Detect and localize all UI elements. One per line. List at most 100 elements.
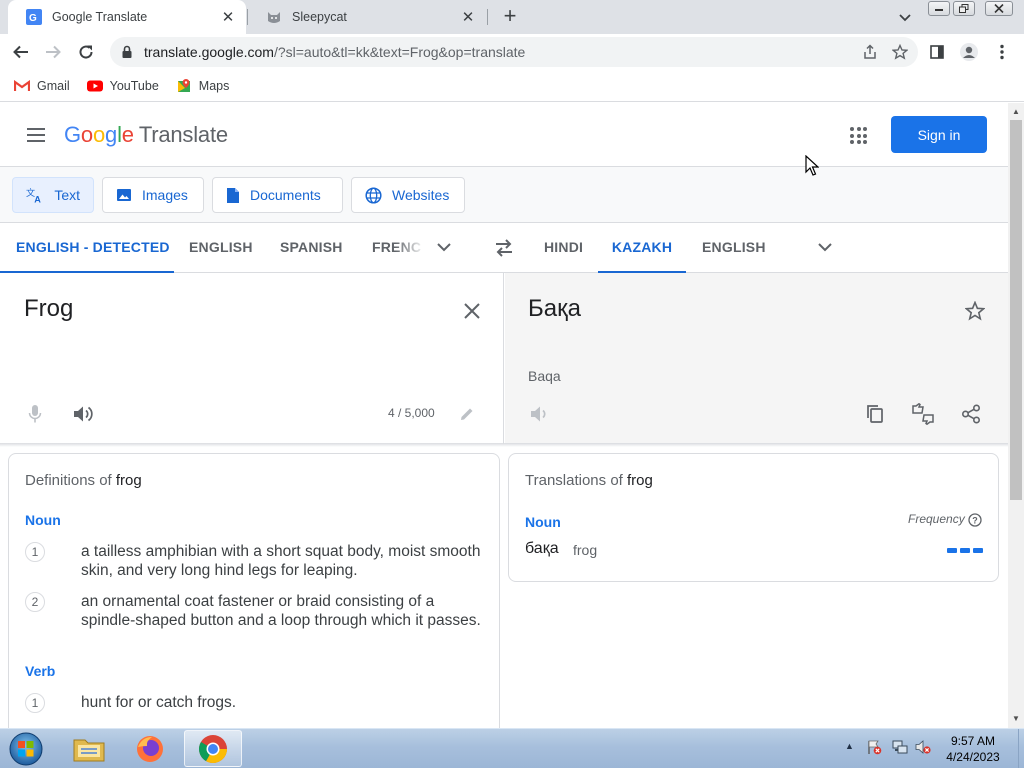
hamburger-menu-icon[interactable] [26, 127, 46, 143]
language-bar: ENGLISH - DETECTED ENGLISH SPANISH FRENC… [0, 223, 1008, 273]
bookmark-maps[interactable]: Maps [176, 78, 229, 94]
mode-websites-button[interactable]: Websites [351, 177, 465, 213]
frequency-bar [973, 548, 983, 553]
feedback-thumbs-icon [912, 403, 934, 425]
scrollbar-thumb[interactable] [1010, 120, 1022, 500]
bookmark-star-icon[interactable] [892, 44, 908, 60]
mode-label: Websites [392, 187, 450, 203]
rate-translation-button[interactable] [911, 402, 935, 426]
translate-icon: 文A [26, 187, 41, 204]
source-lang-spanish[interactable]: SPANISH [280, 223, 343, 273]
lock-icon[interactable] [120, 45, 134, 59]
google-apps-icon[interactable] [850, 127, 867, 144]
target-lang-hindi[interactable]: HINDI [544, 223, 583, 273]
star-outline-icon [965, 301, 985, 321]
product-name: Translate [138, 122, 228, 147]
microphone-icon [28, 405, 42, 423]
profile-avatar-icon [960, 43, 978, 61]
tab-sleepycat[interactable]: Sleepycat ✕ [248, 0, 486, 34]
save-translation-button[interactable] [963, 299, 987, 323]
clear-source-button[interactable] [460, 299, 484, 323]
minimize-button[interactable] [928, 1, 950, 16]
target-lang-chevron-down-icon[interactable] [816, 238, 834, 256]
gmail-icon [14, 79, 30, 91]
speaker-icon [74, 406, 93, 422]
swap-languages-icon[interactable] [493, 238, 515, 258]
definition-text: a tailless amphibian with a short squat … [81, 543, 481, 579]
profile-button[interactable] [958, 41, 980, 63]
globe-icon [365, 186, 382, 204]
definitions-card: Definitions of frog Noun 1 a tailless am… [8, 453, 500, 728]
pencil-icon [461, 408, 473, 420]
restore-button[interactable] [953, 1, 975, 16]
mode-documents-button[interactable]: Documents [212, 177, 343, 213]
clock-date: 4/24/2023 [946, 750, 1000, 764]
action-center-flag-icon[interactable] [866, 739, 882, 755]
file-explorer-icon [73, 739, 105, 761]
frequency-bar [947, 548, 957, 553]
source-lang-chevron-down-icon[interactable] [435, 238, 453, 256]
taskbar-chrome[interactable] [184, 730, 242, 767]
back-translation: frog [573, 542, 598, 558]
show-desktop-button[interactable] [1018, 729, 1024, 768]
google-translate-logo[interactable]: Google Translate [64, 122, 228, 148]
share-icon [961, 404, 981, 424]
system-clock[interactable]: 9:57 AM 4/24/2023 [930, 733, 1016, 765]
share-translation-button[interactable] [959, 402, 983, 426]
side-panel-button[interactable] [926, 41, 948, 63]
svg-text:A: A [34, 194, 41, 204]
handwriting-button[interactable] [455, 402, 479, 426]
transliteration: Baqa [528, 368, 561, 384]
bookmark-gmail[interactable]: Gmail [14, 79, 70, 93]
bookmark-youtube[interactable]: YouTube [86, 79, 159, 93]
scroll-down-arrow-icon[interactable]: ▼ [1012, 714, 1020, 723]
translation-word[interactable]: бақа [525, 540, 559, 558]
copy-translation-button[interactable] [863, 402, 887, 426]
volume-muted-icon[interactable] [915, 739, 931, 755]
svg-text:?: ? [972, 516, 978, 526]
help-icon[interactable]: ? [968, 513, 982, 527]
frequency-bar [960, 548, 970, 553]
voice-input-button[interactable] [23, 402, 47, 426]
taskbar-file-explorer[interactable] [60, 730, 118, 767]
network-icon[interactable] [892, 739, 908, 755]
show-hidden-icons-icon[interactable]: ▲ [845, 741, 861, 757]
maps-icon [177, 78, 190, 92]
target-lang-kazakh[interactable]: KAZAKH [598, 223, 686, 273]
url-host: translate.google.com [144, 44, 274, 60]
page-scrollbar[interactable]: ▲ ▼ [1008, 103, 1024, 728]
close-tab-icon[interactable]: ✕ [220, 9, 236, 26]
speaker-icon [531, 406, 546, 422]
reload-button[interactable] [75, 41, 97, 63]
tab-separator [487, 9, 488, 25]
new-tab-button[interactable]: + [498, 5, 522, 29]
mode-label: Text [54, 187, 80, 203]
mode-images-button[interactable]: Images [102, 177, 204, 213]
source-lang-english[interactable]: ENGLISH [189, 223, 253, 273]
address-bar[interactable]: translate.google.com/?sl=auto&tl=kk&text… [110, 37, 918, 67]
pos-label: Noun [525, 514, 561, 530]
close-tab-icon[interactable]: ✕ [460, 9, 476, 26]
close-window-button[interactable] [985, 1, 1013, 16]
scroll-up-arrow-icon[interactable]: ▲ [1012, 107, 1020, 116]
listen-source-button[interactable] [71, 402, 95, 426]
arrow-left-icon [13, 45, 28, 59]
chevron-down-icon[interactable] [896, 8, 914, 26]
target-lang-english[interactable]: ENGLISH [702, 223, 766, 273]
windows-taskbar: ▲ 9:57 AM 4/24/2023 [0, 728, 1024, 768]
definition-text: hunt for or catch frogs. [81, 694, 237, 711]
chrome-menu-button[interactable] [991, 41, 1013, 63]
back-button[interactable] [10, 41, 32, 63]
taskbar-firefox[interactable] [121, 730, 179, 767]
forward-button[interactable] [42, 41, 64, 63]
source-text-input[interactable]: Frog [24, 295, 73, 323]
sign-in-button[interactable]: Sign in [891, 116, 987, 153]
tab-google-translate[interactable]: G Google Translate ✕ [8, 0, 246, 34]
listen-translation-button[interactable] [528, 402, 552, 426]
source-lang-detected[interactable]: ENGLISH - DETECTED [0, 223, 174, 273]
target-panel: Бақа Baqa [505, 273, 1008, 444]
mode-text-button[interactable]: 文A Text [12, 177, 94, 213]
share-page-icon[interactable] [862, 44, 878, 60]
frequency-label: Frequency [908, 512, 965, 526]
start-button-icon[interactable] [6, 730, 46, 768]
